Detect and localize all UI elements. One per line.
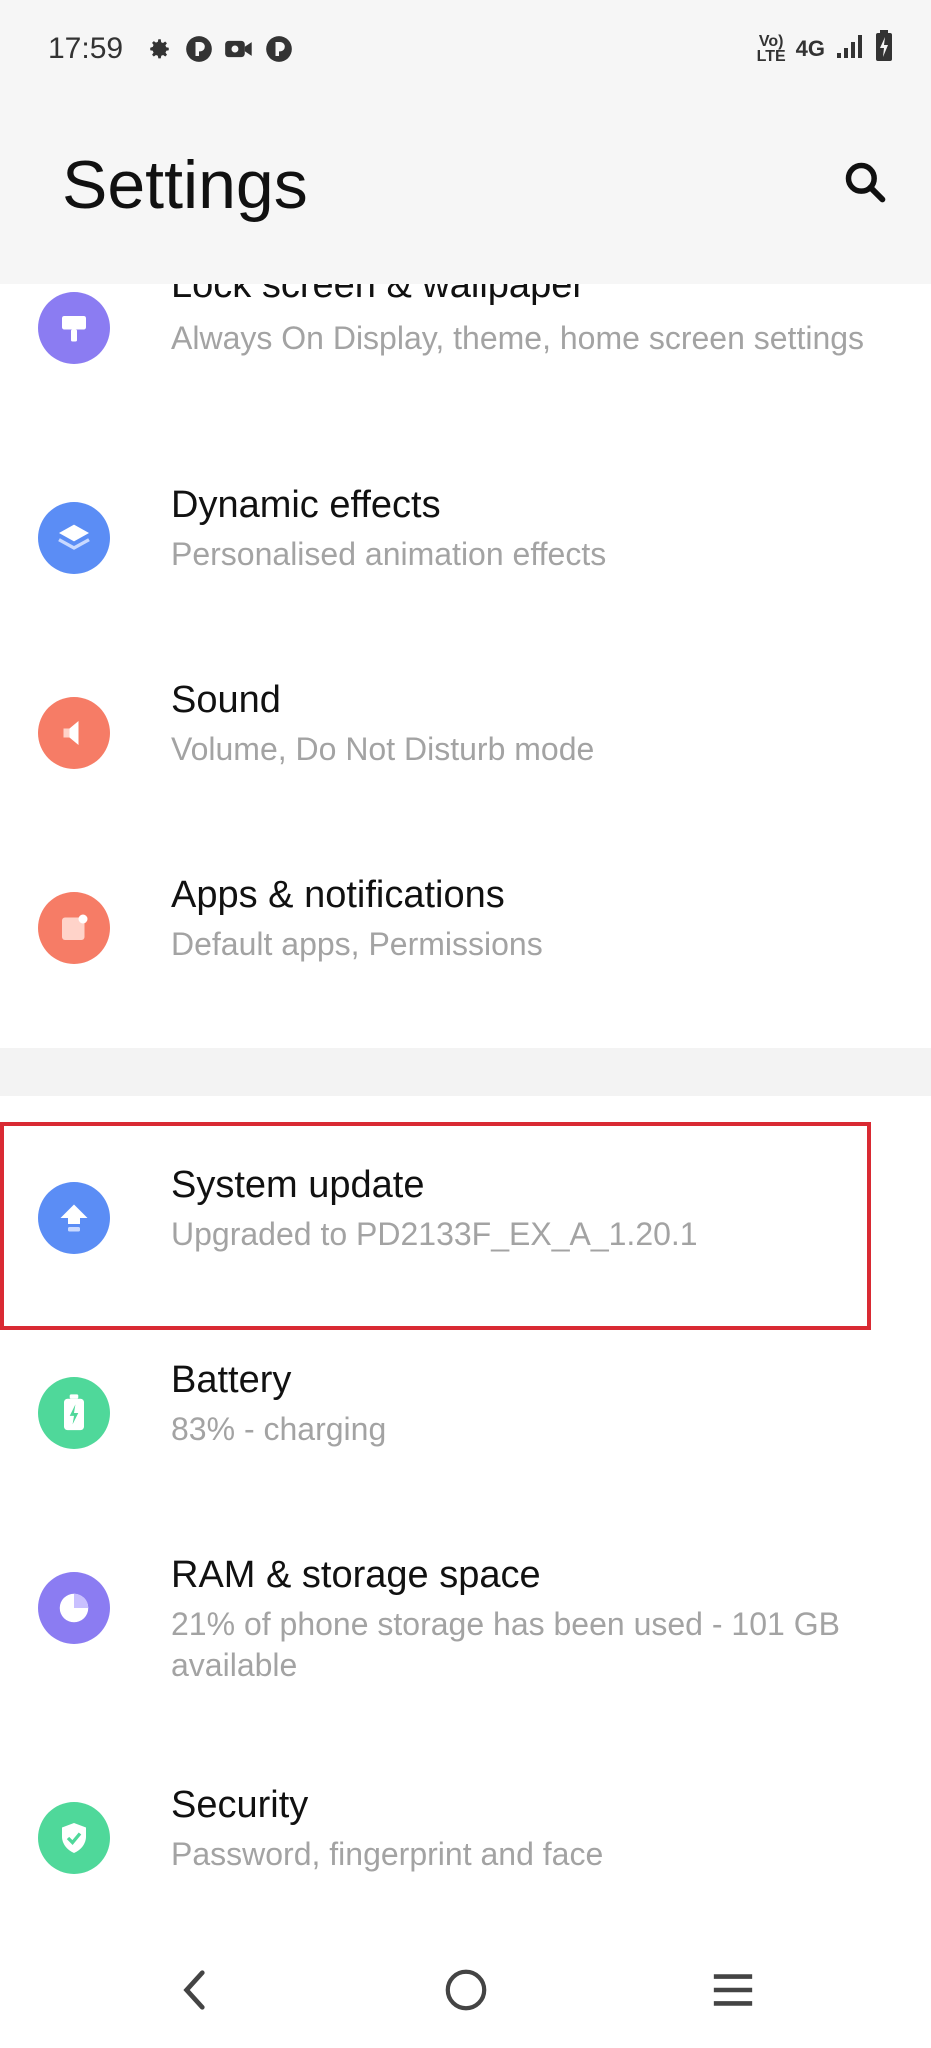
settings-item-security[interactable]: Security Password, fingerprint and face (0, 1784, 931, 1910)
layers-icon (38, 502, 110, 574)
battery-icon (38, 1377, 110, 1449)
home-icon[interactable] (436, 1960, 496, 2020)
item-subtitle: Upgraded to PD2133F_EX_A_1.20.1 (171, 1216, 698, 1252)
item-subtitle: Volume, Do Not Disturb mode (171, 731, 595, 767)
search-icon[interactable] (835, 152, 895, 212)
item-title: Dynamic effects (171, 484, 441, 526)
settings-item-dynamic-effects[interactable]: Dynamic effects Personalised animation e… (0, 484, 931, 610)
network-type: 4G (795, 35, 825, 61)
status-bar: 17:59 Vo) LTE 4G (0, 0, 931, 100)
item-title: RAM & storage space (171, 1554, 541, 1596)
app-icon (264, 34, 294, 64)
app-header: Settings (0, 100, 931, 284)
item-subtitle: 83% - charging (171, 1411, 387, 1447)
section-divider (0, 1048, 931, 1096)
item-subtitle: Password, fingerprint and face (171, 1836, 604, 1872)
status-time: 17:59 (48, 32, 124, 65)
pie-chart-icon (38, 1572, 110, 1644)
back-icon[interactable] (166, 1960, 226, 2020)
item-subtitle: Personalised animation effects (171, 536, 607, 572)
speaker-icon (38, 697, 110, 769)
item-subtitle: 21% of phone storage has been used - 101… (171, 1606, 840, 1683)
battery-charging-icon (875, 30, 893, 67)
volte-label: Vo) (758, 32, 784, 50)
app-icon (184, 34, 214, 64)
settings-item-sound[interactable]: Sound Volume, Do Not Disturb mode (0, 679, 931, 805)
settings-item-lock-screen[interactable]: Lock screen & wallpaper Always On Displa… (0, 260, 931, 420)
lock-screen-icon (38, 292, 110, 364)
volte-indicator: Vo) LTE (756, 32, 786, 65)
gear-icon (144, 34, 174, 64)
settings-item-apps[interactable]: Apps & notifications Default apps, Permi… (0, 874, 931, 1000)
upload-arrow-icon (38, 1182, 110, 1254)
item-title: Security (171, 1784, 309, 1826)
item-title: System update (171, 1164, 425, 1206)
menu-icon[interactable] (703, 1960, 763, 2020)
video-icon (224, 34, 254, 64)
settings-item-battery[interactable]: Battery 83% - charging (0, 1359, 931, 1485)
item-title: Sound (171, 679, 281, 721)
page-title: Settings (62, 147, 308, 223)
navigation-bar (0, 1930, 931, 2048)
settings-item-storage[interactable]: RAM & storage space 21% of phone storage… (0, 1554, 931, 1720)
settings-item-system-update[interactable]: System update Upgraded to PD2133F_EX_A_1… (0, 1164, 931, 1290)
shield-icon (38, 1802, 110, 1874)
apps-icon (38, 892, 110, 964)
item-subtitle: Always On Display, theme, home screen se… (171, 320, 865, 356)
lte-label: LTE (756, 47, 786, 65)
item-title: Battery (171, 1359, 292, 1401)
item-subtitle: Default apps, Permissions (171, 926, 543, 962)
item-title: Apps & notifications (171, 874, 505, 916)
signal-icon (835, 33, 865, 64)
